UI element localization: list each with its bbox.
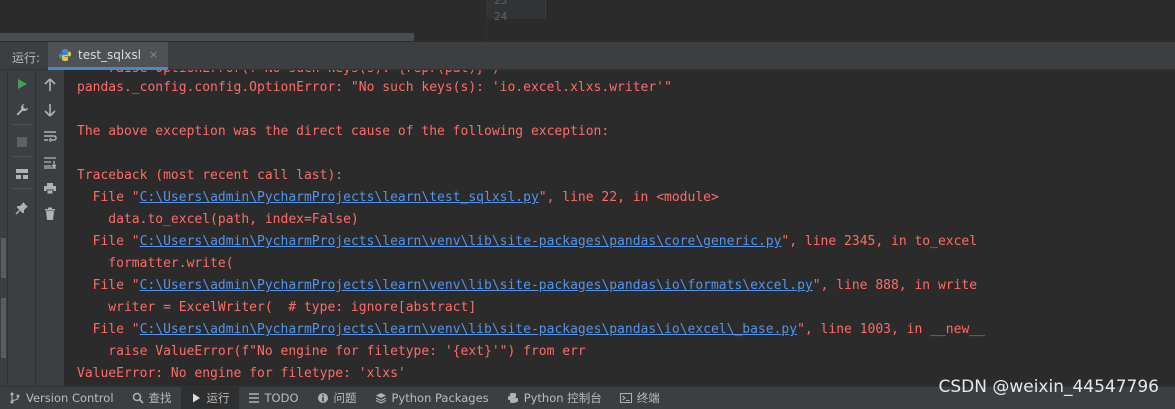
settings-button[interactable] <box>12 100 32 120</box>
scroll-end-icon <box>44 156 57 169</box>
branch-icon <box>9 392 21 404</box>
traceback-file-line: File "C:\Users\admin\PycharmProjects\lea… <box>77 231 977 253</box>
python-icon <box>507 392 519 404</box>
tool-window-run[interactable]: 运行 <box>180 386 239 409</box>
tool-window-problems[interactable]: 问题 <box>308 387 366 409</box>
line-number: 24 <box>494 10 508 23</box>
tool-window-label: 问题 <box>333 391 357 405</box>
tool-window-python-console[interactable]: Python 控制台 <box>498 387 611 409</box>
left-edge-strip <box>0 70 8 386</box>
tool-window-label: 终端 <box>636 391 660 405</box>
console-line: pandas._config.config.OptionError: "No s… <box>77 80 672 95</box>
arrow-down-icon <box>44 104 56 117</box>
run-toolbar-secondary <box>36 70 65 386</box>
tool-window-terminal[interactable]: 终端 <box>611 387 669 409</box>
stop-button[interactable] <box>12 132 32 152</box>
toolbar-separator <box>13 156 31 157</box>
edge-marker <box>1 298 6 358</box>
pin-tab-button[interactable] <box>12 198 32 218</box>
scroll-to-end-button[interactable] <box>40 152 60 172</box>
scroll-up-button[interactable] <box>40 75 60 95</box>
traceback-file-line: File "C:\Users\admin\PycharmProjects\lea… <box>77 319 985 341</box>
run-icon <box>190 392 202 404</box>
editor-area: 23 24 <box>0 0 1175 42</box>
line-prefix: File " <box>77 322 140 337</box>
play-icon <box>18 79 27 89</box>
print-icon <box>44 182 56 194</box>
file-path-link[interactable]: C:\Users\admin\PycharmProjects\learn\ven… <box>140 322 797 337</box>
close-tab-icon[interactable]: × <box>149 48 158 61</box>
console-output[interactable]: raise OptionError(f"No such keys(s): {re… <box>65 70 1175 386</box>
tool-window-label: 查找 <box>148 391 172 405</box>
search-icon <box>132 392 144 404</box>
print-button[interactable] <box>40 178 60 198</box>
layout-button[interactable] <box>12 164 32 184</box>
console-line: writer = ExcelWriter( # type: ignore[abs… <box>77 300 477 315</box>
info-icon <box>317 392 329 404</box>
tool-window-label: Python 控制台 <box>523 391 602 405</box>
toolbar-separator <box>13 124 31 125</box>
console-line: formatter.write( <box>77 256 234 271</box>
trash-icon <box>45 207 55 220</box>
soft-wrap-button[interactable] <box>40 126 60 146</box>
tool-window-label: Version Control <box>26 391 114 405</box>
run-label: 运行: <box>12 51 41 65</box>
wrench-icon <box>16 103 29 116</box>
edge-marker <box>1 238 6 278</box>
file-path-link[interactable]: C:\Users\admin\PycharmProjects\learn\ven… <box>140 278 813 293</box>
run-tab-test-sqlxsl[interactable]: test_sqlxsl × <box>48 42 169 70</box>
line-suffix: ", line 888, in write <box>812 278 978 293</box>
tool-window-label: TODO <box>264 391 299 405</box>
arrow-up-icon <box>44 78 56 91</box>
horizontal-scrollbar[interactable] <box>0 33 414 41</box>
file-path-link[interactable]: C:\Users\admin\PycharmProjects\learn\ven… <box>140 234 782 249</box>
soft-wrap-icon <box>44 131 57 142</box>
console-line: raise ValueError(f"No engine for filetyp… <box>77 344 586 359</box>
line-prefix: File " <box>77 278 140 293</box>
tool-window-label: 运行 <box>206 391 230 405</box>
python-file-icon <box>58 48 72 62</box>
scroll-down-button[interactable] <box>40 100 60 120</box>
console-line: data.to_excel(path, index=False) <box>77 212 359 227</box>
line-suffix: ", line 1003, in __new__ <box>797 322 985 337</box>
console-line: Traceback (most recent call last): <box>77 168 344 183</box>
tool-window-find[interactable]: 查找 <box>123 387 181 409</box>
csdn-watermark: CSDN @weixin_44547796 <box>938 377 1159 397</box>
run-tab-label: test_sqlxsl <box>78 47 141 62</box>
pin-icon <box>15 202 28 215</box>
layers-icon <box>375 392 387 404</box>
rerun-button[interactable] <box>12 74 32 94</box>
tool-window-python-packages[interactable]: Python Packages <box>366 387 498 409</box>
line-prefix: File " <box>77 234 140 249</box>
clear-all-button[interactable] <box>40 204 60 224</box>
traceback-file-line: File "C:\Users\admin\PycharmProjects\lea… <box>77 187 719 209</box>
terminal-icon <box>619 392 632 404</box>
list-icon <box>248 392 260 404</box>
line-number: 23 <box>494 0 508 7</box>
tool-window-todo[interactable]: TODO <box>239 387 308 409</box>
layout-icon <box>16 169 28 179</box>
console-line: The above exception was the direct cause… <box>77 124 610 139</box>
traceback-file-line: File "C:\Users\admin\PycharmProjects\lea… <box>77 275 977 297</box>
file-path-link[interactable]: C:\Users\admin\PycharmProjects\learn\tes… <box>140 190 539 205</box>
run-tool-window-header: 运行: test_sqlxsl × <box>0 42 1175 70</box>
line-prefix: File " <box>77 190 140 205</box>
run-toolbar-primary <box>8 70 36 386</box>
tool-window-label: Python Packages <box>391 391 489 405</box>
line-suffix: ", line 2345, in to_excel <box>781 234 978 249</box>
toolbar-separator <box>13 188 31 189</box>
stop-icon <box>17 137 27 147</box>
line-suffix: ", line 22, in <module> <box>538 190 719 205</box>
editor-right-pane <box>486 0 1175 42</box>
editor-gutter: 23 24 <box>486 0 546 23</box>
console-line: ValueError: No engine for filetype: 'xlx… <box>77 366 406 381</box>
tool-window-version-control[interactable]: Version Control <box>0 387 123 409</box>
